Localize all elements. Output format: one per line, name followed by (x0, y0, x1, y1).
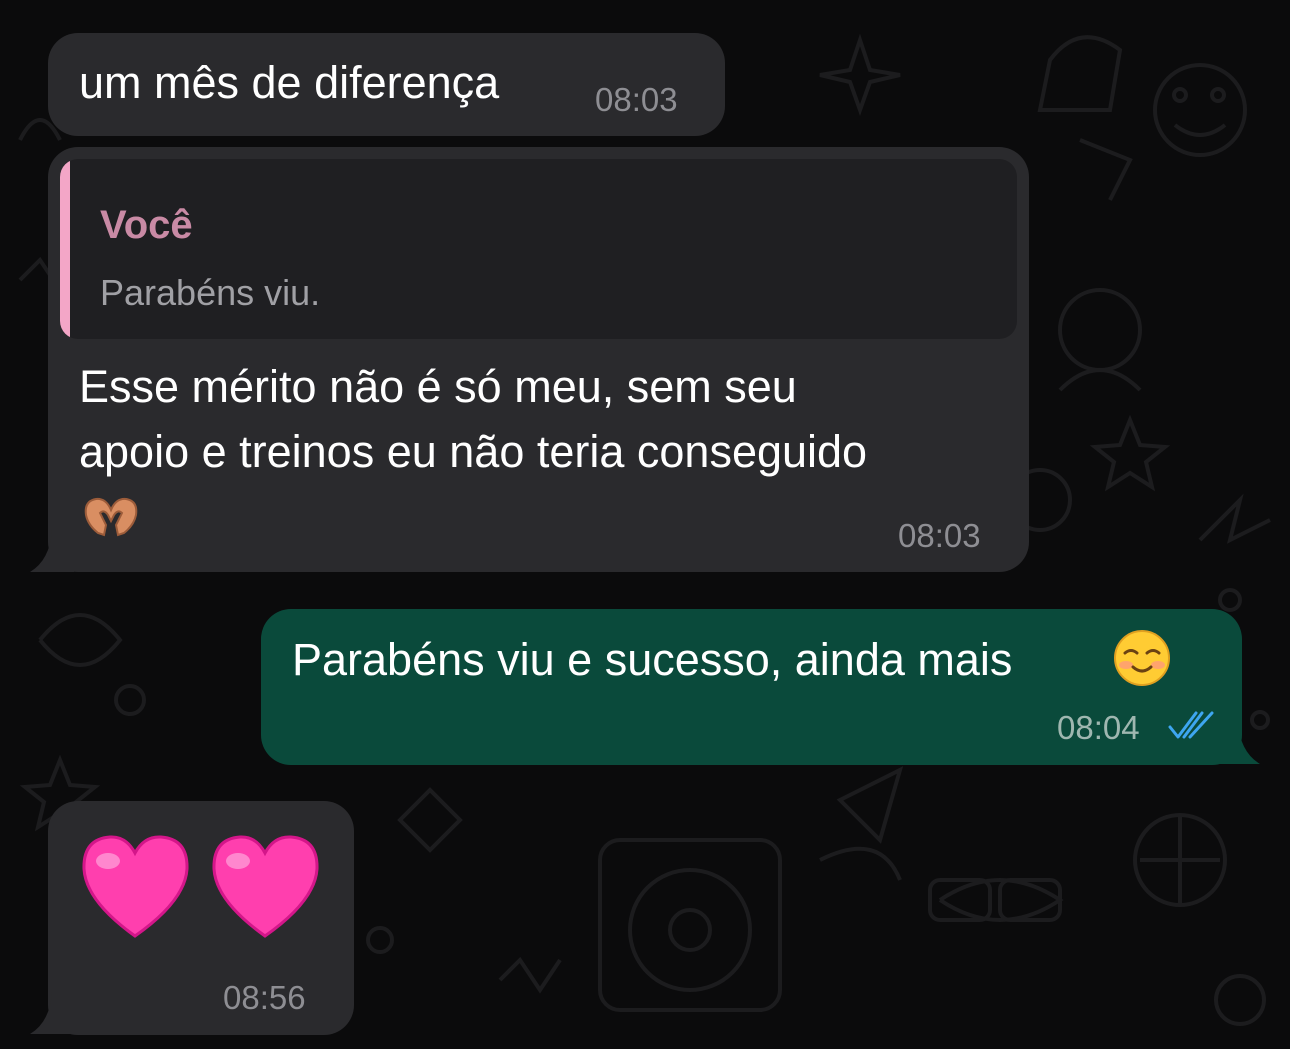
heart-hands-emoji (84, 497, 138, 537)
pink-heart-emoji (82, 835, 189, 938)
message-text-line-2: apoio e treinos eu não teria conseguido (79, 426, 868, 477)
bubble-tail (1216, 722, 1260, 764)
quote-author: Você (100, 203, 193, 247)
bubble-tail (30, 992, 74, 1034)
message-timestamp: 08:04 (1057, 709, 1140, 746)
pink-heart-emoji (212, 835, 319, 938)
message-bubble-incoming[interactable]: um mês de diferença 08:03 (48, 33, 725, 136)
message-bubble-outgoing[interactable]: Parabéns viu e sucesso, ainda mais 08:04 (261, 609, 1242, 765)
message-text: um mês de diferença (79, 57, 500, 108)
quoted-message[interactable]: Você Parabéns viu. (60, 159, 1017, 339)
quote-text: Parabéns viu. (100, 272, 321, 313)
message-bubble-incoming-emoji[interactable]: 08:56 (48, 801, 354, 1035)
message-timestamp: 08:56 (223, 979, 306, 1016)
message-timestamp: 08:03 (898, 517, 981, 554)
chat-view: um mês de diferença 08:03 Você Parabéns … (0, 0, 1290, 1049)
quote-accent-bar (60, 159, 70, 339)
bubble-tail (30, 530, 74, 572)
read-receipt-icon (1168, 711, 1214, 739)
smiling-face-emoji (1114, 630, 1170, 686)
message-timestamp: 08:03 (595, 81, 678, 118)
message-bubble-incoming-reply[interactable]: Você Parabéns viu. Esse mérito não é só … (48, 147, 1029, 572)
message-text-line-1: Esse mérito não é só meu, sem seu (79, 361, 797, 412)
message-text: Parabéns viu e sucesso, ainda mais (292, 634, 1013, 685)
